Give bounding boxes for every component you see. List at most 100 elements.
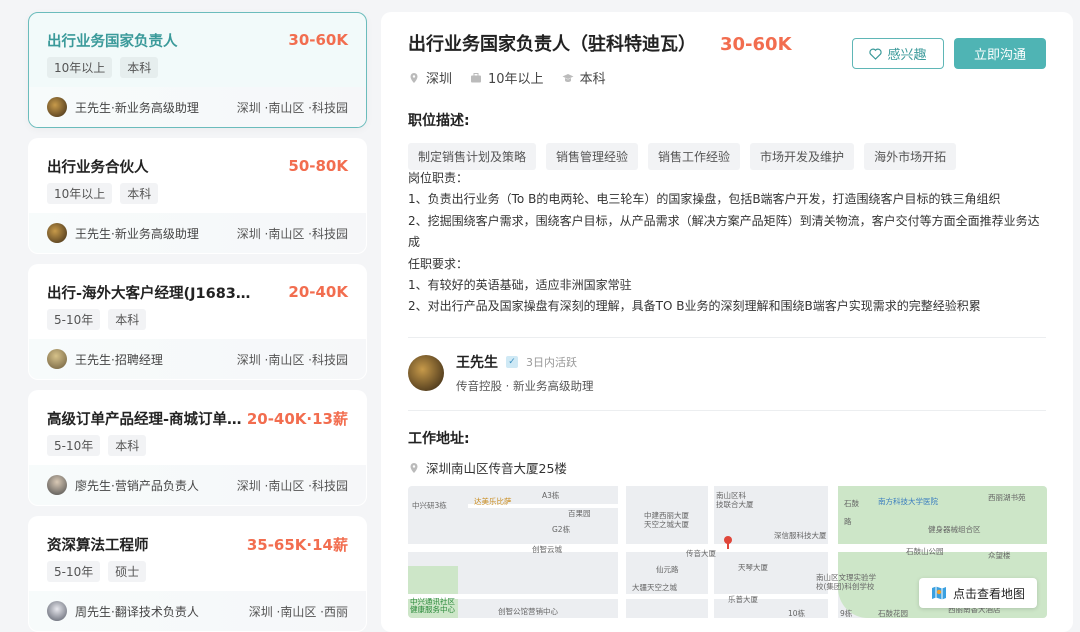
map-label: 众望楼 <box>988 551 1011 560</box>
view-map-button[interactable]: 点击查看地图 <box>918 578 1037 608</box>
map-label: 创智公馆营销中心 <box>498 607 558 616</box>
detail-city: 深圳 <box>426 72 453 87</box>
map-label: 石鼓山公园 <box>906 547 944 556</box>
recruiter-avatar <box>408 355 444 391</box>
job-card[interactable]: 资深算法工程师 35-65K·14薪 5-10年 硕士 周先生·翻译技术负责人 … <box>28 516 367 632</box>
map-label: 石鼓 <box>844 499 859 508</box>
job-card[interactable]: 出行-海外大客户经理(J16835) 20-40K 5-10年 本科 王先生·招… <box>28 264 367 380</box>
skill-tag: 制定销售计划及策略 <box>408 143 537 170</box>
map-road <box>408 594 838 599</box>
interest-button[interactable]: 感兴趣 <box>852 38 944 69</box>
interest-label: 感兴趣 <box>887 48 927 63</box>
view-map-label: 点击查看地图 <box>952 586 1025 601</box>
boss-info: 周先生·翻译技术负责人 <box>75 604 199 619</box>
skill-tag: 海外市场开拓 <box>864 143 957 170</box>
degree-tag: 本科 <box>108 309 147 330</box>
map-label: 天琴大厦 <box>738 563 768 572</box>
job-location: 深圳 ·南山区 ·科技园 <box>236 226 348 241</box>
detail-degree: 本科 <box>579 72 606 87</box>
location-icon <box>410 462 418 473</box>
job-salary: 35-65K·14薪 <box>246 535 348 554</box>
desc-line: 岗位职责： <box>408 171 469 185</box>
heart-icon <box>869 48 883 60</box>
map-label: 健康服务中心 <box>410 605 455 614</box>
avatar <box>47 223 67 243</box>
desc-line: 1、有较好的英语基础，适应非洲国家常驻 <box>408 278 632 293</box>
recruiter-name: 王先生 <box>456 355 498 371</box>
map-label: 百果园 <box>568 509 591 518</box>
job-description: 岗位职责： 1、负责出行业务（To B的电两轮、电三轮车）的国家操盘，包括B端客… <box>408 168 1048 318</box>
map-label: A3栋 <box>542 491 560 500</box>
recruiter-active-status: 3日内活跃 <box>526 356 577 369</box>
degree-tag: 硕士 <box>108 561 147 582</box>
skill-tag: 市场开发及维护 <box>750 143 855 170</box>
map-label: 仙元路 <box>656 565 679 574</box>
map-label: 技联合大厦 <box>716 500 754 509</box>
work-address-title: 工作地址: <box>408 431 470 447</box>
map-label: 达美乐比萨 <box>474 497 512 506</box>
experience-tag: 5-10年 <box>47 561 101 582</box>
skill-tag: 销售工作经验 <box>648 143 741 170</box>
work-address: 深圳南山区传音大厦25楼 <box>408 458 567 477</box>
job-description-title: 职位描述: <box>408 113 470 129</box>
job-title: 资深算法工程师 <box>47 537 149 554</box>
skill-tags: 制定销售计划及策略 销售管理经验 销售工作经验 市场开发及维护 海外市场开拓 <box>408 143 957 170</box>
desc-line: 任职要求： <box>408 256 469 271</box>
job-detail-panel: 出行业务国家负责人（驻科特迪瓦） 30-60K 深圳 10年以上 本科 感兴趣 立… <box>381 12 1073 632</box>
map-label: 石鼓花园 <box>878 609 908 618</box>
degree-tag: 本科 <box>120 57 159 78</box>
job-title: 出行业务合伙人 <box>47 159 149 176</box>
experience-tag: 10年以上 <box>47 57 113 78</box>
job-card[interactable]: 出行业务合伙人 50-80K 10年以上 本科 王先生·新业务高级助理 深圳 ·… <box>28 138 367 254</box>
map-label: 南方科技大学医院 <box>878 497 938 506</box>
avatar <box>47 349 67 369</box>
location-map[interactable]: 达美乐比萨 百果园 中建西丽大厦 天空之城大厦 南山区科 技联合大厦 南方科技大… <box>408 486 1047 618</box>
map-label: 乐普大厦 <box>728 595 758 604</box>
recruiter-title: 传音控股 · 新业务高级助理 <box>456 379 594 393</box>
detail-experience: 10年以上 <box>488 72 544 87</box>
verified-icon: ✓ <box>506 356 518 368</box>
job-title: 高级订单产品经理-商城订单、… <box>47 411 247 428</box>
experience-tag: 5-10年 <box>47 309 101 330</box>
job-salary: 20-40K <box>288 283 348 301</box>
boss-info: 王先生·招聘经理 <box>75 352 163 367</box>
experience-tag: 5-10年 <box>47 435 101 456</box>
map-label: 天空之城大厦 <box>644 520 689 529</box>
map-label: 路 <box>844 517 852 526</box>
avatar <box>47 475 67 495</box>
job-card[interactable]: 高级订单产品经理-商城订单、… 20-40K·13薪 5-10年 本科 廖先生·… <box>28 390 367 506</box>
avatar <box>47 97 67 117</box>
map-label: G2栋 <box>552 525 571 534</box>
job-title: 出行-海外大客户经理(J16835) <box>47 285 252 302</box>
degree-tag: 本科 <box>120 183 159 204</box>
detail-salary: 30-60K <box>720 34 792 55</box>
map-label: 中兴研3栋 <box>412 501 447 510</box>
address-text: 深圳南山区传音大厦25楼 <box>426 461 567 476</box>
recruiter-card[interactable]: 王先生 ✓ 3日内活跃 传音控股 · 新业务高级助理 <box>408 352 593 394</box>
map-label: 创智云城 <box>532 545 562 554</box>
job-list: 出行业务国家负责人 30-60K 10年以上 本科 王先生·新业务高级助理 深圳… <box>28 12 367 632</box>
divider <box>408 337 1046 338</box>
desc-line: 2、挖掘围绕客户需求，围绕客户目标，从产品需求（解决方案产品矩阵）到清关物流，客… <box>408 213 1040 250</box>
boss-info: 王先生·新业务高级助理 <box>75 100 199 115</box>
map-label: 深信服科技大厦 <box>774 531 827 540</box>
job-location: 深圳 ·南山区 ·科技园 <box>236 352 348 367</box>
map-label: 校(集团)科创学校 <box>816 582 875 591</box>
job-salary: 50-80K <box>288 157 348 175</box>
job-card[interactable]: 出行业务国家负责人 30-60K 10年以上 本科 王先生·新业务高级助理 深圳… <box>28 12 367 128</box>
briefcase-icon <box>471 72 482 82</box>
map-icon <box>931 586 946 600</box>
map-label: 大疆天空之城 <box>632 583 677 592</box>
experience-tag: 10年以上 <box>47 183 113 204</box>
boss-info: 廖先生·营销产品负责人 <box>75 478 199 493</box>
job-title: 出行业务国家负责人 <box>47 33 178 50</box>
desc-line: 2、对出行产品及国家操盘有深刻的理解，具备TO B业务的深刻理解和围绕B端客户实… <box>408 299 981 314</box>
map-label: 健身器械组合区 <box>928 525 981 534</box>
skill-tag: 销售管理经验 <box>546 143 639 170</box>
job-location: 深圳 ·南山区 ·科技园 <box>236 478 348 493</box>
job-location: 深圳 ·南山区 ·西丽 <box>248 604 348 619</box>
map-label: 传音大厦 <box>686 549 716 558</box>
graduation-cap-icon <box>562 73 574 82</box>
chat-now-button[interactable]: 立即沟通 <box>954 38 1046 69</box>
location-icon <box>410 72 418 83</box>
